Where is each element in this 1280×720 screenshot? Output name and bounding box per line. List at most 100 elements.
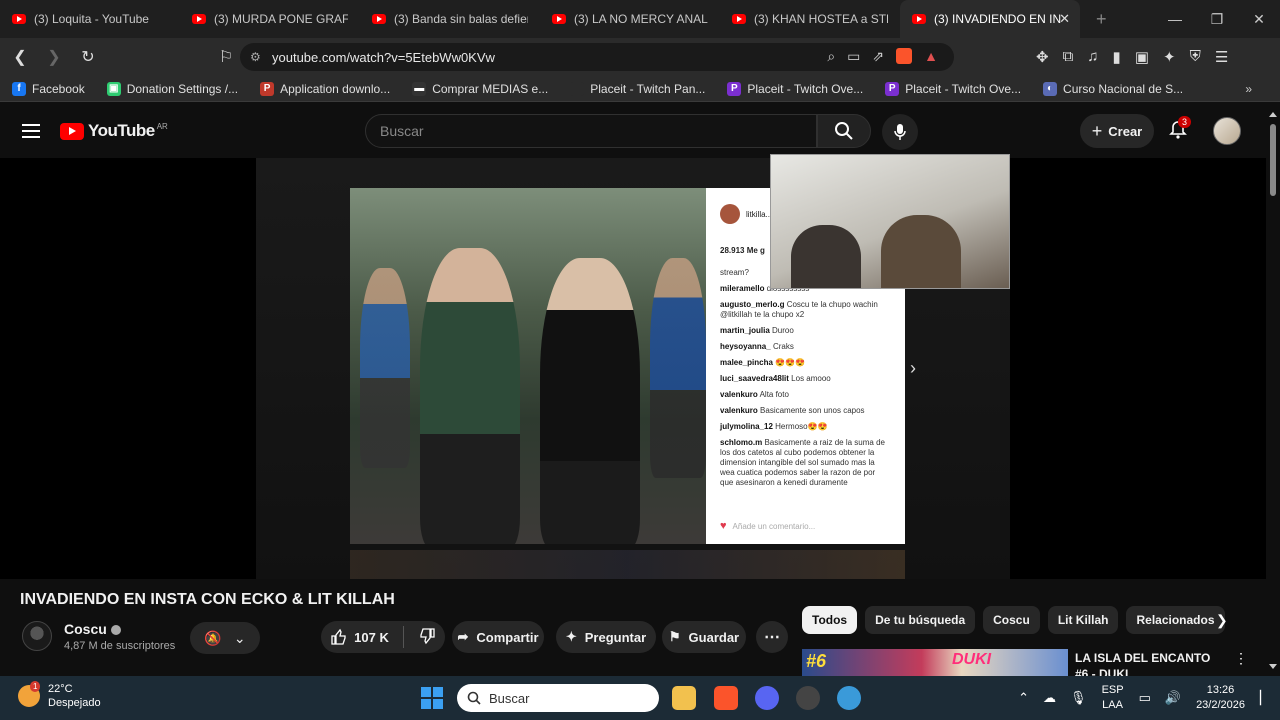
filter-chip[interactable]: Todos xyxy=(802,606,858,634)
chips-next-icon[interactable]: ❯ xyxy=(1216,612,1228,629)
search-button[interactable] xyxy=(817,114,871,148)
music-icon[interactable]: ♫ xyxy=(1087,48,1098,66)
share-button[interactable]: ➦ Compartir xyxy=(452,621,544,653)
recommended-thumbnail[interactable]: #6 DUKI xyxy=(802,649,1068,676)
network-icon[interactable]: ▭ xyxy=(1139,690,1151,706)
url-field[interactable]: ⚙ youtube.com/watch?v=5EtebWw0KVw ⌕ ▭ ⇗ … xyxy=(240,43,954,71)
leo-ai-icon[interactable]: ✦ xyxy=(1163,48,1176,66)
back-icon[interactable]: ❮ xyxy=(6,47,34,67)
bookmark-item[interactable]: f Facebook xyxy=(12,81,85,96)
browser-tab[interactable]: (3) Loquita - YouTube xyxy=(0,0,180,38)
filter-chip[interactable]: Coscu xyxy=(983,606,1040,634)
bookmark-item[interactable]: ◐ Curso Nacional de S... xyxy=(1043,81,1183,96)
cloud-icon[interactable]: ☁ xyxy=(1043,690,1056,706)
ask-button[interactable]: ✦ Preguntar xyxy=(556,621,656,653)
guide-menu-icon[interactable] xyxy=(22,124,40,142)
lang-layout: LAA xyxy=(1102,699,1123,711)
bookmark-item[interactable]: P Placeit - Twitch Ove... xyxy=(885,81,1021,96)
language-indicator[interactable]: ESP LAA xyxy=(1102,683,1124,713)
vpn-icon[interactable]: ⛨ xyxy=(1190,48,1201,66)
bookmark-item[interactable]: P Placeit - Twitch Ove... xyxy=(727,81,863,96)
browser-tab[interactable]: (3) Banda sin balas defiend xyxy=(360,0,540,38)
comment-text: Los amooo xyxy=(791,374,831,383)
browser-tab[interactable]: (3) KHAN HOSTEA a STREA xyxy=(720,0,900,38)
scroll-down-icon[interactable] xyxy=(1269,664,1277,669)
share-icon[interactable]: ⇗ xyxy=(872,48,884,65)
notification-center-icon[interactable]: ▏ xyxy=(1260,690,1270,706)
steam-icon[interactable] xyxy=(796,686,820,710)
file-explorer-icon[interactable] xyxy=(672,686,696,710)
page-scrollbar[interactable] xyxy=(1266,102,1280,680)
recommended-title[interactable]: LA ISLA DEL ENCANTO #6 - DUKI xyxy=(1075,650,1225,676)
tray-expand-icon[interactable]: ⌃ xyxy=(1018,690,1029,706)
channel-name-row[interactable]: Coscu xyxy=(64,621,121,637)
menu-icon[interactable]: ☰ xyxy=(1215,48,1228,66)
screenshot-icon[interactable]: ⧉ xyxy=(1063,48,1074,66)
dislike-button[interactable] xyxy=(418,627,436,648)
channel-avatar[interactable] xyxy=(22,621,52,651)
site-info-icon[interactable]: ⚙ xyxy=(250,50,261,64)
browser-tab[interactable]: (3) LA NO MERCY ANALIZA xyxy=(540,0,720,38)
bookmarks-overflow-icon[interactable]: » xyxy=(1245,82,1252,96)
scrollbar-thumb[interactable] xyxy=(1270,124,1276,196)
weather-widget[interactable]: 1 22°C Despejado xyxy=(18,681,101,710)
forward-icon[interactable]: ❯ xyxy=(40,47,68,67)
taskbar-search[interactable]: Buscar xyxy=(457,684,659,712)
windows-start-icon[interactable] xyxy=(421,687,443,709)
recommended-more-icon[interactable]: ⋮ xyxy=(1234,650,1248,667)
extensions-icon[interactable]: ✥ xyxy=(1036,48,1049,66)
scroll-up-icon[interactable] xyxy=(1269,112,1277,117)
bookmarks-list: f Facebook ▣ Donation Settings /... P Applica… xyxy=(12,81,1205,96)
close-window-icon[interactable]: ✕ xyxy=(1238,11,1280,28)
discord-icon[interactable] xyxy=(755,686,779,710)
comment-item: heysoyanna_ Craks xyxy=(720,342,890,352)
bookmark-item[interactable]: P Application downlo... xyxy=(260,81,390,96)
minimize-icon[interactable]: — xyxy=(1154,11,1196,27)
subscriber-count: 4,87 M de suscriptores xyxy=(64,640,176,652)
tray-mic-icon[interactable]: 🎙 xyxy=(1070,690,1087,706)
new-tab-button[interactable]: + xyxy=(1096,9,1107,30)
brave-shield-icon[interactable] xyxy=(896,48,913,64)
like-button[interactable]: 107 K xyxy=(330,628,389,646)
browser-tab[interactable]: (3) INVADIENDO EN IN ✕ xyxy=(900,0,1080,38)
browser-tab-bar: (3) Loquita - YouTube (3) MURDA PONE GRAF… xyxy=(0,0,1280,38)
sidebar-icon[interactable]: ▮ xyxy=(1113,48,1121,66)
browser-tab[interactable]: (3) MURDA PONE GRAFITI xyxy=(180,0,360,38)
extension-icons: ✥ ⧉ ♫ ▮ ▣ ✦ ⛨ ☰ xyxy=(1036,48,1228,66)
install-icon[interactable]: ▭ xyxy=(847,48,860,65)
zoom-icon[interactable]: ⌕ xyxy=(827,48,835,65)
clock[interactable]: 13:26 23/2/2026 xyxy=(1196,683,1245,713)
search-input[interactable]: Buscar xyxy=(365,114,817,148)
comment-text: Hermoso😍😍 xyxy=(775,422,828,431)
brave-browser-icon[interactable] xyxy=(714,686,738,710)
bookmark-item[interactable]: Placeit - Twitch Pan... xyxy=(570,81,705,96)
youtube-favicon-icon xyxy=(732,14,746,24)
video-player[interactable]: litkilla... 28.913 Me g stream? mileramel… xyxy=(0,154,1266,579)
more-actions-button[interactable]: ⋯ xyxy=(756,621,788,653)
comment-user: mileramello xyxy=(720,284,765,293)
app-icon[interactable] xyxy=(837,686,861,710)
bookmark-item[interactable]: ▬ Comprar MEDIAS e... xyxy=(412,81,548,96)
close-tab-icon[interactable]: ✕ xyxy=(1059,11,1070,27)
maximize-icon[interactable]: ❐ xyxy=(1196,11,1238,28)
logo-word: YouTube xyxy=(88,121,155,140)
create-button[interactable]: + Crear xyxy=(1080,114,1154,148)
filter-chip[interactable]: Relacionados xyxy=(1126,606,1225,634)
sun-icon: 1 xyxy=(18,681,41,707)
bookmark-icon[interactable]: ⚐ xyxy=(212,47,240,67)
reload-icon[interactable]: ↻ xyxy=(74,47,102,67)
volume-icon[interactable]: 🔊 xyxy=(1165,690,1181,706)
brave-rewards-icon[interactable]: ▲ xyxy=(924,48,938,65)
account-avatar[interactable] xyxy=(1213,117,1241,145)
filter-chip[interactable]: De tu búsqueda xyxy=(865,606,976,634)
subscription-notifications-button[interactable]: 🔕 ⌄ xyxy=(190,622,260,654)
comment-item: valenkuro Alta foto xyxy=(720,390,890,400)
save-button[interactable]: ⚑ Guardar xyxy=(662,621,746,653)
filter-chip[interactable]: Lit Killah xyxy=(1047,606,1119,634)
wallet-icon[interactable]: ▣ xyxy=(1135,48,1149,66)
voice-search-button[interactable] xyxy=(882,114,918,150)
youtube-logo[interactable]: YouTube AR xyxy=(60,121,168,141)
youtube-favicon-icon xyxy=(12,14,26,24)
bookmark-item[interactable]: ▣ Donation Settings /... xyxy=(106,81,238,96)
filter-chips: Todos De tu búsqueda Coscu Lit Killah Relaci… xyxy=(802,606,1225,634)
